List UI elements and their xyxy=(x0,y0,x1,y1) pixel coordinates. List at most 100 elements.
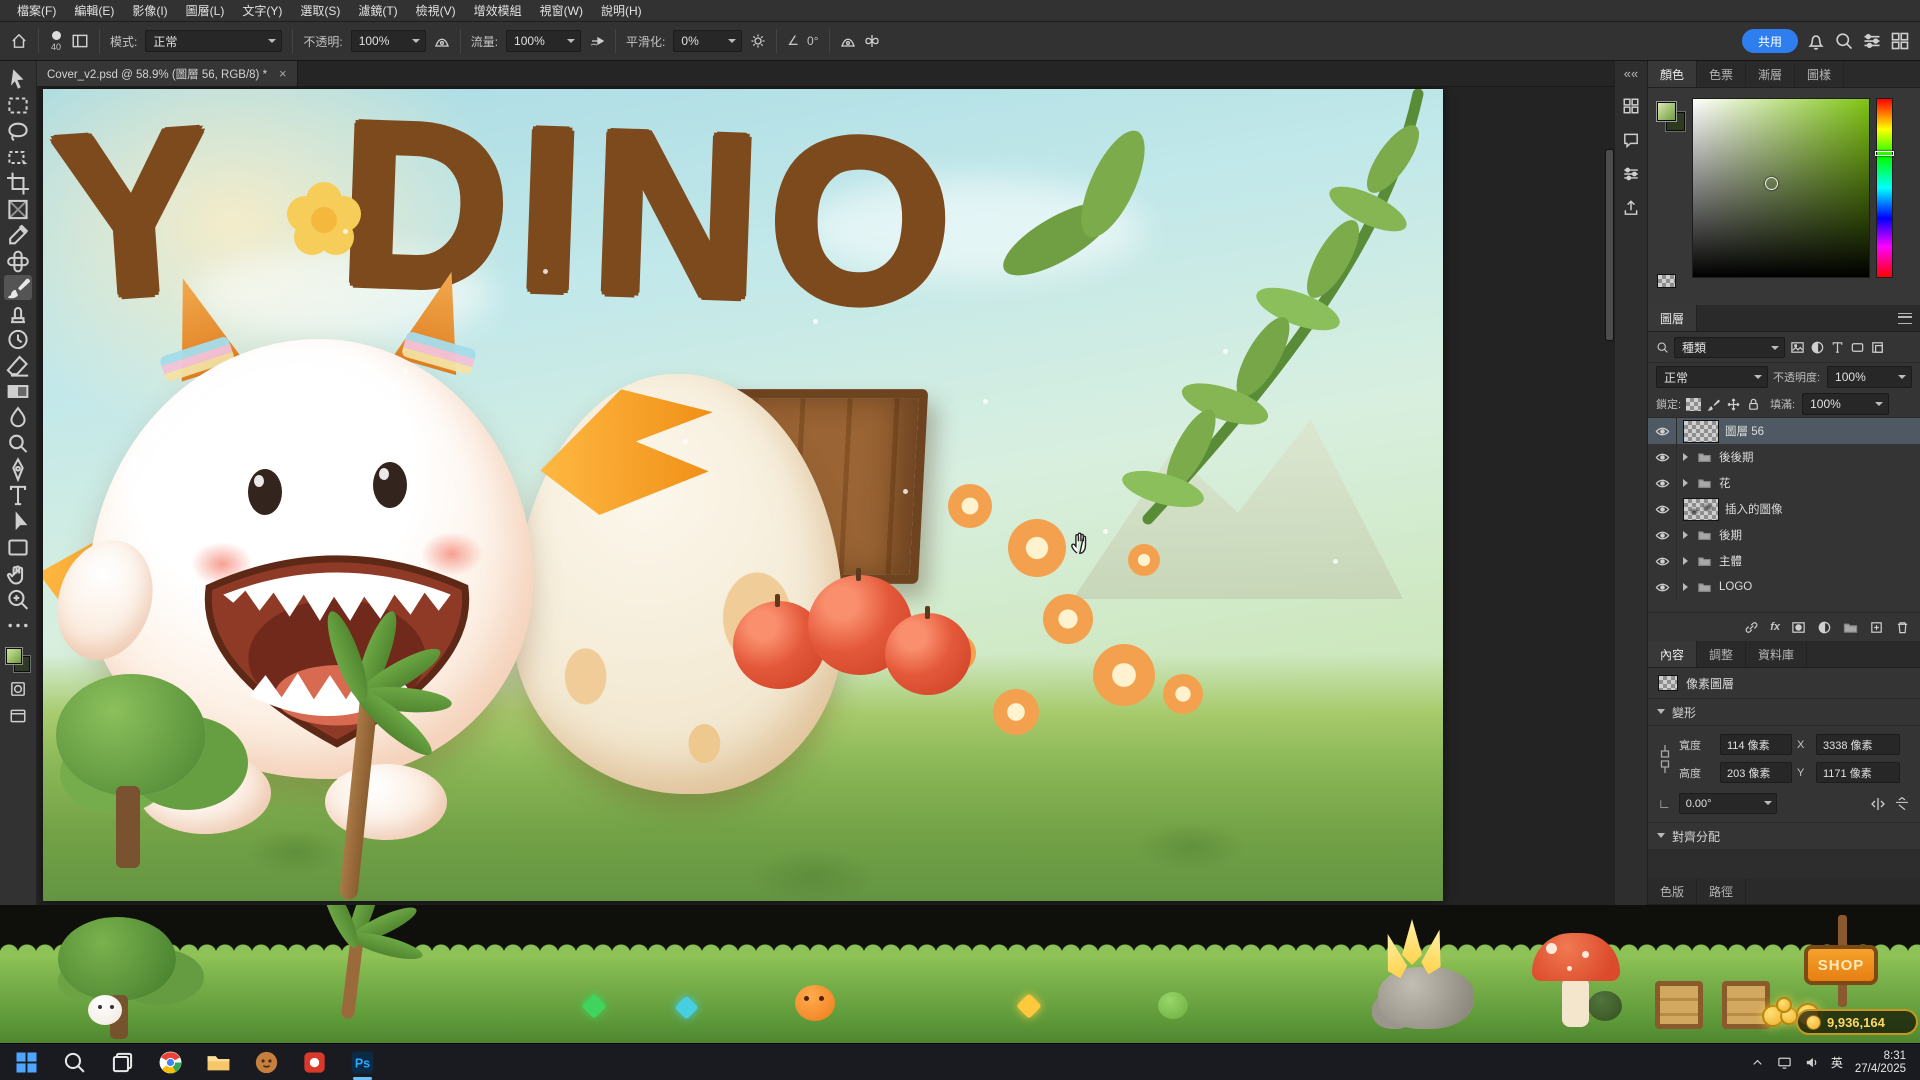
layer-visibility-eye-icon[interactable] xyxy=(1648,444,1677,470)
brush-angle-value[interactable]: 0° xyxy=(807,34,818,48)
new-layer-icon[interactable] xyxy=(1869,620,1884,635)
constrain-proportions-icon[interactable] xyxy=(1658,741,1672,777)
group-chevron-icon[interactable] xyxy=(1683,479,1692,487)
comments-panel-icon[interactable] xyxy=(1622,131,1640,149)
notifications-bell-icon[interactable] xyxy=(1806,31,1826,51)
layer-thumbnail[interactable] xyxy=(1683,420,1719,443)
filter-kind-dropdown[interactable]: 種類 xyxy=(1674,337,1785,358)
taskbar-chrome-icon[interactable] xyxy=(158,1050,183,1075)
display-tray-icon[interactable] xyxy=(1777,1055,1792,1070)
pressure-size-icon[interactable] xyxy=(840,33,856,49)
layer-name[interactable]: 主體 xyxy=(1719,553,1742,569)
group-chevron-icon[interactable] xyxy=(1683,453,1692,461)
filter-shape-layers-icon[interactable] xyxy=(1850,340,1865,355)
brush-preset-picker[interactable]: 40 xyxy=(51,31,61,52)
layer-row-2[interactable]: 花 xyxy=(1648,470,1920,496)
layer-row-6[interactable]: LOGO xyxy=(1648,574,1920,600)
layer-visibility-eye-icon[interactable] xyxy=(1648,574,1677,600)
layer-visibility-eye-icon[interactable] xyxy=(1648,418,1677,444)
layer-row-1[interactable]: 後後期 xyxy=(1648,444,1920,470)
align-section-header[interactable]: 對齊分配 xyxy=(1648,823,1920,850)
tab-dock-0[interactable]: 色版 xyxy=(1648,878,1697,904)
symmetry-icon[interactable] xyxy=(864,33,880,49)
dodge-tool[interactable] xyxy=(4,431,32,456)
menu-item-0[interactable]: 檔案(F) xyxy=(8,0,65,22)
group-chevron-icon[interactable] xyxy=(1683,557,1692,565)
layer-row-body[interactable]: 插入的圖像 xyxy=(1677,496,1920,522)
lock-position-icon[interactable] xyxy=(1726,397,1741,412)
new-adjustment-layer-icon[interactable] xyxy=(1817,620,1832,635)
expand-panels-icon[interactable]: «« xyxy=(1624,67,1638,81)
smoothing-gear-icon[interactable] xyxy=(750,33,766,49)
brush-tool[interactable] xyxy=(4,275,32,300)
volume-tray-icon[interactable] xyxy=(1804,1055,1819,1070)
organize-panels-icon[interactable] xyxy=(1862,31,1882,51)
taskbar-start-icon[interactable] xyxy=(14,1050,39,1075)
export-panel-icon[interactable] xyxy=(1622,199,1640,217)
filter-type-layers-icon[interactable] xyxy=(1830,340,1845,355)
quick-mask-icon[interactable] xyxy=(9,678,27,700)
lock-transparency-icon[interactable] xyxy=(1686,398,1701,411)
layer-row-body[interactable]: LOGO xyxy=(1677,574,1920,600)
menu-item-5[interactable]: 選取(S) xyxy=(291,0,349,22)
path-selection-tool[interactable] xyxy=(4,509,32,534)
layer-effects-icon[interactable]: fx xyxy=(1770,621,1780,633)
layer-thumbnail[interactable] xyxy=(1683,498,1719,521)
opacity-dropdown[interactable]: 100% xyxy=(351,30,426,52)
toggle-brush-panel-icon[interactable] xyxy=(71,32,89,50)
marquee-tool[interactable] xyxy=(4,93,32,118)
frame-tool[interactable] xyxy=(4,197,32,222)
menu-item-10[interactable]: 說明(H) xyxy=(592,0,651,22)
tab-color-3[interactable]: 圖樣 xyxy=(1795,61,1844,87)
layer-row-5[interactable]: 主體 xyxy=(1648,548,1920,574)
smoothing-dropdown[interactable]: 0% xyxy=(673,30,742,52)
layer-name[interactable]: 花 xyxy=(1719,475,1731,491)
filter-smart-object-icon[interactable] xyxy=(1870,340,1885,355)
document-tab[interactable]: Cover_v2.psd @ 58.9% (圖層 56, RGB/8) * × xyxy=(37,61,298,86)
layer-blend-mode-dropdown[interactable]: 正常 xyxy=(1656,366,1768,388)
color-picker-marker[interactable] xyxy=(1765,177,1778,190)
clone-stamp-tool[interactable] xyxy=(4,301,32,326)
crop-tool[interactable] xyxy=(4,171,32,196)
menu-item-8[interactable]: 增效模組 xyxy=(465,0,531,22)
hue-slider[interactable] xyxy=(1876,98,1893,278)
layer-row-body[interactable]: 後期 xyxy=(1677,522,1920,548)
blend-mode-dropdown[interactable]: 正常 xyxy=(145,30,282,52)
layer-opacity-dropdown[interactable]: 100% xyxy=(1827,366,1912,388)
layer-row-3[interactable]: 插入的圖像 xyxy=(1648,496,1920,522)
layer-row-0[interactable]: 圖層 56 xyxy=(1648,418,1920,444)
eyedropper-tool[interactable] xyxy=(4,223,32,248)
input-language-indicator[interactable]: 英 xyxy=(1831,1054,1843,1071)
flow-dropdown[interactable]: 100% xyxy=(506,30,581,52)
layer-row-body[interactable]: 花 xyxy=(1677,470,1920,496)
healing-brush-tool[interactable] xyxy=(4,249,32,274)
history-brush-tool[interactable] xyxy=(4,327,32,352)
tab-color-0[interactable]: 顏色 xyxy=(1648,61,1697,87)
tab-color-1[interactable]: 色票 xyxy=(1697,61,1746,87)
layer-row-body[interactable]: 後後期 xyxy=(1677,444,1920,470)
edit-toolbar-button[interactable] xyxy=(4,613,32,638)
layer-visibility-eye-icon[interactable] xyxy=(1648,548,1677,574)
layer-name[interactable]: 插入的圖像 xyxy=(1725,501,1783,517)
height-field[interactable]: 203 像素 xyxy=(1720,762,1792,783)
move-tool[interactable] xyxy=(4,67,32,92)
swatches-panel-icon[interactable] xyxy=(1622,97,1640,115)
group-chevron-icon[interactable] xyxy=(1683,531,1692,539)
document-canvas[interactable]: Y DINO xyxy=(43,89,1443,901)
foreground-background-swatches[interactable] xyxy=(5,647,31,673)
taskbar-search-app-icon[interactable] xyxy=(62,1050,87,1075)
pressure-opacity-icon[interactable] xyxy=(434,33,450,49)
layer-fill-dropdown[interactable]: 100% xyxy=(1802,393,1889,415)
layer-row-body[interactable]: 圖層 56 xyxy=(1677,418,1920,444)
taskbar-game-app-icon[interactable] xyxy=(254,1050,279,1075)
foreground-color-swatch[interactable] xyxy=(6,648,22,664)
taskbar-task-view-icon[interactable] xyxy=(110,1050,135,1075)
lock-all-icon[interactable] xyxy=(1746,397,1761,412)
flip-vertical-icon[interactable] xyxy=(1894,796,1910,812)
group-chevron-icon[interactable] xyxy=(1683,583,1692,591)
adjustments-panel-icon[interactable] xyxy=(1622,165,1640,183)
menu-item-3[interactable]: 圖層(L) xyxy=(177,0,234,22)
type-tool[interactable] xyxy=(4,483,32,508)
screen-mode-icon[interactable] xyxy=(9,705,27,727)
airbrush-icon[interactable] xyxy=(589,33,605,49)
